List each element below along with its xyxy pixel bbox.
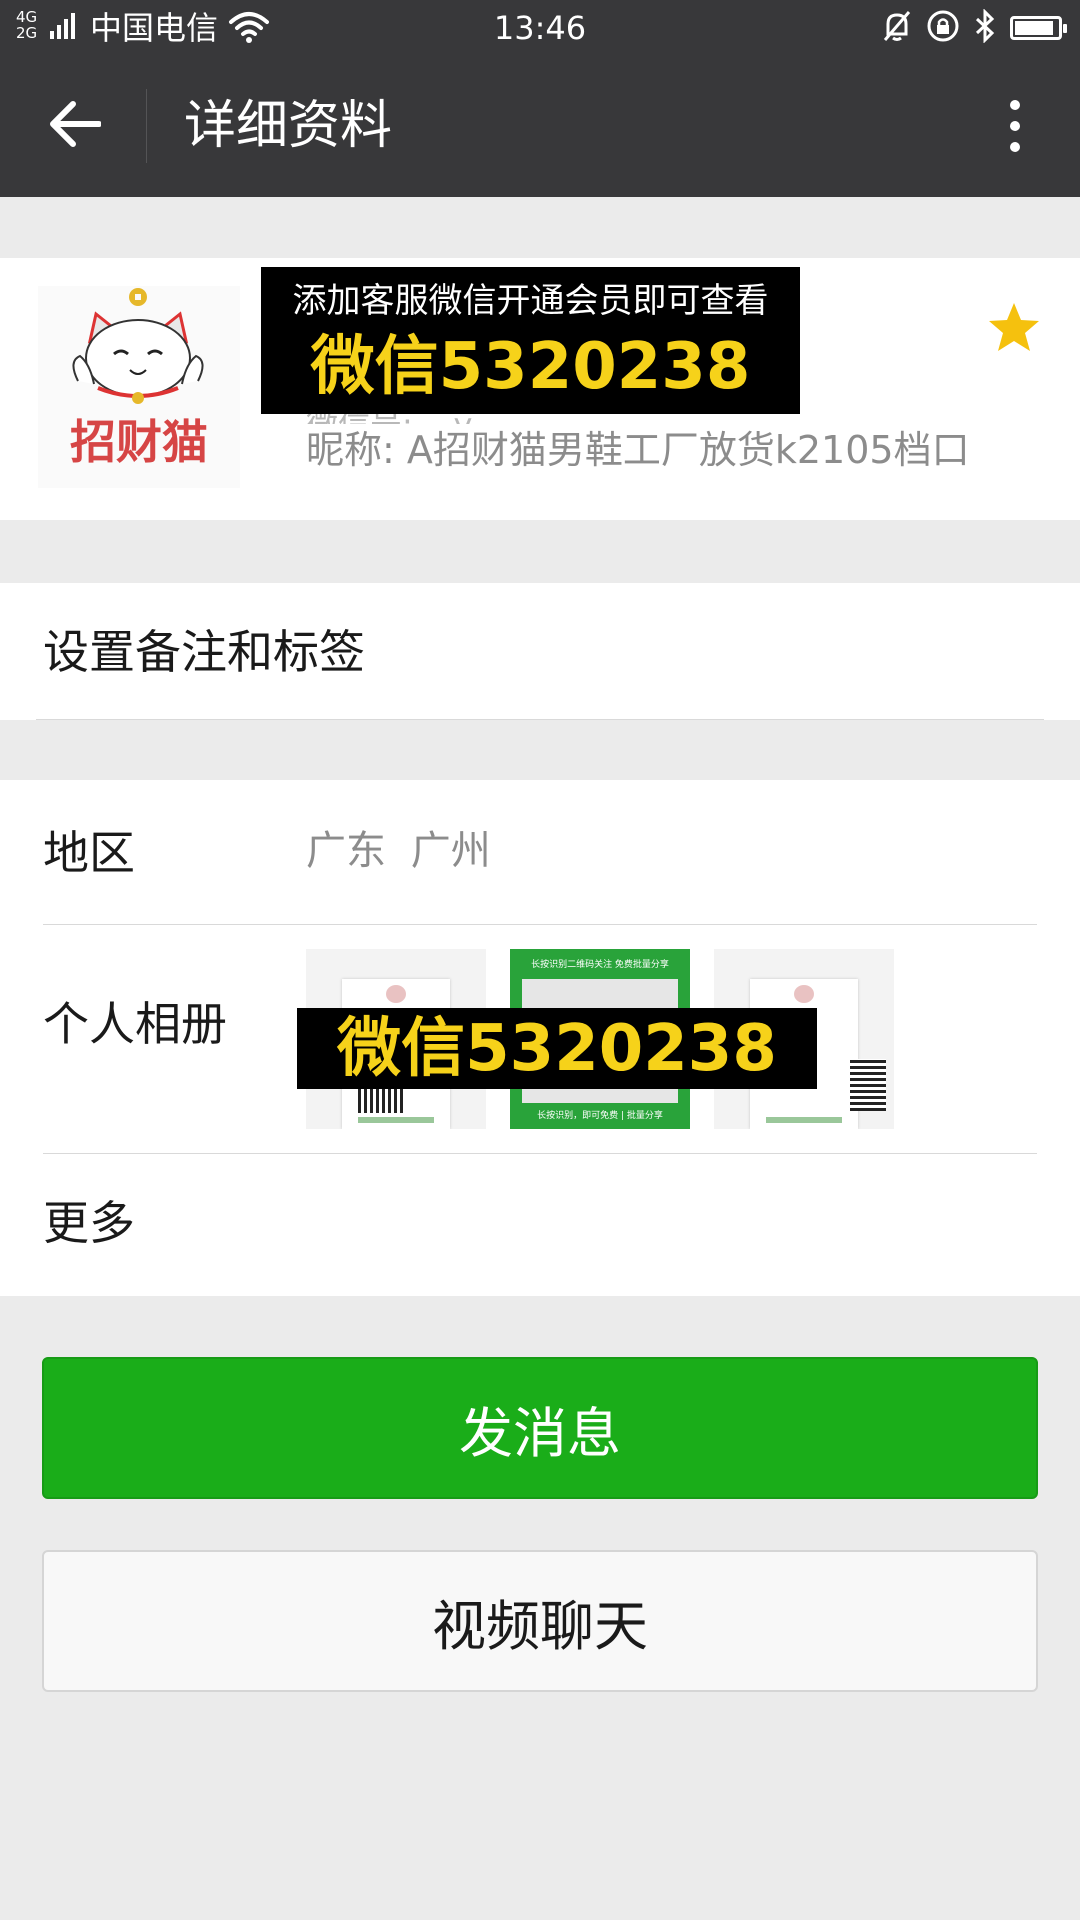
page-title: 详细资料 — [184, 96, 393, 156]
album-label: 个人相册 — [43, 997, 227, 1051]
more-row[interactable]: 更多 — [0, 1154, 1080, 1296]
more-vertical-icon — [1010, 100, 1020, 110]
bluetooth-icon — [974, 8, 996, 47]
cat-logo-icon — [386, 985, 406, 1003]
battery-level — [1015, 21, 1053, 35]
region-row: 地区 广东 广州 — [0, 780, 1080, 925]
nickname: 昵称: A招财猫男鞋工厂放货k2105档口 — [306, 428, 970, 472]
qr-code-icon — [850, 1059, 886, 1111]
thumb-caption — [766, 1117, 842, 1123]
battery-icon — [1010, 16, 1067, 40]
avatar-logo-text: 招财猫 — [70, 415, 208, 469]
promo-banner-wechat-id: 微信5320238 — [337, 1012, 777, 1086]
title-bar: 详细资料 — [0, 55, 1080, 197]
remarks-and-tags-row[interactable]: 设置备注和标签 — [0, 583, 1080, 720]
status-bar: 4G 2G 中国电信 13:46 — [0, 0, 1080, 55]
send-message-button[interactable]: 发消息 — [42, 1357, 1038, 1499]
thumb-caption — [358, 1117, 434, 1123]
row-divider — [36, 719, 1044, 720]
avatar[interactable]: 招财猫 — [38, 286, 240, 488]
back-button[interactable] — [40, 91, 110, 161]
thumb-top-text: 长按识别二维码关注 免费批量分享 — [531, 960, 669, 970]
more-menu-button[interactable] — [980, 91, 1050, 161]
cat-logo-icon — [794, 985, 814, 1003]
rotation-lock-icon — [926, 9, 960, 47]
header-divider — [146, 89, 147, 163]
promo-banner-subtext: 添加客服微信开通会员即可查看 — [292, 281, 769, 321]
more-label: 更多 — [43, 1196, 135, 1250]
promo-banner-wechat-id: 微信5320238 — [310, 330, 751, 404]
mute-bell-icon — [882, 10, 912, 46]
region-value: 广东 广州 — [306, 828, 491, 874]
arrow-left-icon — [49, 101, 102, 151]
promo-overlay-banner: 添加客服微信开通会员即可查看 微信5320238 — [261, 267, 800, 414]
thumb-bottom-text: 长按识别，即可免费 | 批量分享 — [537, 1111, 663, 1121]
region-label: 地区 — [43, 826, 135, 880]
remarks-label: 设置备注和标签 — [43, 625, 365, 679]
promo-overlay-banner-mid: 微信5320238 — [297, 1008, 817, 1089]
video-call-button[interactable]: 视频聊天 — [42, 1550, 1038, 1692]
star-icon[interactable] — [986, 300, 1042, 356]
